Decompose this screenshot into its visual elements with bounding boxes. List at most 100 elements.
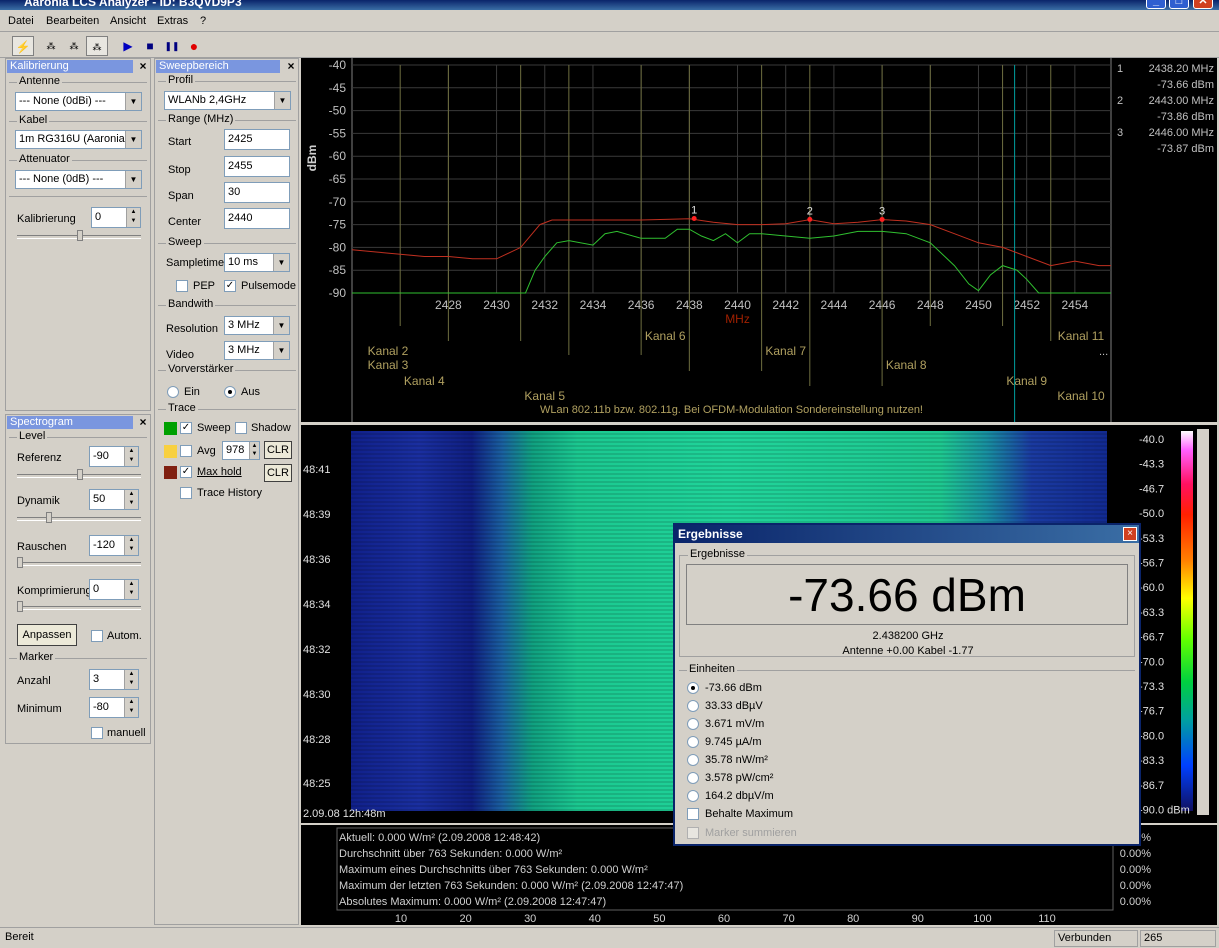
marker-point [807, 216, 813, 222]
unit-radio-mvm[interactable] [687, 718, 699, 730]
pep-label: PEP [193, 280, 216, 292]
chevron-down-icon: ▼ [125, 93, 141, 110]
trace-history-checkbox[interactable] [180, 487, 192, 499]
profil-select[interactable]: WLANb 2,4GHz ▼ [164, 91, 291, 110]
resolution-select[interactable]: 3 MHz ▼ [224, 316, 290, 335]
avg-spinner[interactable]: 978 ▲ ▼ [222, 441, 260, 460]
shadow-checkbox[interactable] [235, 422, 247, 434]
unit-radio-nwm2[interactable] [687, 754, 699, 766]
spin-arrows-icon[interactable]: ▲ ▼ [249, 442, 259, 459]
unit-radio-pwcm2[interactable] [687, 772, 699, 784]
window-title: Aaronia LCS Analyzer - ID: B3QVD9P3 [24, 0, 242, 9]
dynamik-spinner[interactable]: 50 ▲ ▼ [89, 489, 139, 510]
referenz-slider[interactable] [17, 469, 141, 480]
channel-label: Kanal 4 [404, 374, 445, 388]
menu-bearbeiten[interactable]: Bearbeiten [46, 15, 99, 27]
avg-clear-button[interactable]: CLR [264, 441, 292, 459]
sweepbereich-close-icon[interactable]: × [285, 59, 297, 73]
spectrogram-close-icon[interactable]: × [137, 415, 149, 429]
spin-arrows-icon[interactable]: ▲ ▼ [124, 580, 138, 599]
start-input[interactable]: 2425 [224, 129, 290, 150]
referenz-spinner[interactable]: -90 ▲ ▼ [89, 446, 139, 467]
manuell-label: manuell [107, 727, 146, 739]
marker-readout-frequency: 2438.20 MHz [1149, 63, 1214, 75]
menu-extras[interactable]: Extras [157, 15, 188, 27]
autom-checkbox[interactable] [91, 630, 103, 642]
markers-alt-icon[interactable]: ⁂ [63, 36, 85, 56]
pep-checkbox[interactable] [176, 280, 188, 292]
spectrum-chart[interactable]: -40 -45 -50 -55 -60 -65 -70 -75 -80 -85 -90 2428 243… [301, 58, 1217, 422]
maxhold-clear-button[interactable]: CLR [264, 464, 292, 482]
slider-thumb[interactable] [77, 230, 83, 241]
minimize-button[interactable]: _ [1146, 0, 1166, 9]
rauschen-spinner[interactable]: -120 ▲ ▼ [89, 535, 139, 556]
stop-input[interactable]: 2455 [224, 156, 290, 177]
dynamik-slider[interactable] [17, 512, 141, 523]
close-window-button[interactable]: ✕ [1193, 0, 1213, 9]
scale-label: -83.3 [1139, 755, 1164, 767]
slider-thumb[interactable] [17, 557, 23, 568]
avg-checkbox[interactable] [180, 445, 192, 457]
minimum-spinner[interactable]: -80 ▲ ▼ [89, 697, 139, 718]
kalibrierung-spinner[interactable]: 0 ▲ ▼ [91, 207, 141, 228]
kabel-select[interactable]: 1m RG316U (Aaronia... ▼ [15, 130, 142, 149]
pulsemode-checkbox[interactable]: ✓ [224, 280, 236, 292]
spectrogram-scrollbar[interactable] [1197, 429, 1209, 815]
markers-toggle-icon[interactable]: ⁂ [86, 36, 108, 56]
avg-color-swatch[interactable] [164, 445, 177, 458]
stats-percent: 0.00% [1120, 896, 1151, 908]
anzahl-label: Anzahl [17, 675, 51, 687]
center-input[interactable]: 2440 [224, 208, 290, 229]
results-close-icon[interactable]: × [1123, 527, 1137, 541]
spin-arrows-icon[interactable]: ▲ ▼ [124, 698, 138, 717]
anpassen-button[interactable]: Anpassen [17, 624, 77, 646]
slider-thumb[interactable] [17, 601, 23, 612]
sweep-trace-checkbox[interactable]: ✓ [180, 422, 192, 434]
komprimierung-slider[interactable] [17, 601, 141, 612]
aus-radio[interactable] [224, 386, 236, 398]
x-axis-label: MHz [725, 312, 750, 326]
spin-arrows-icon[interactable]: ▲ ▼ [126, 208, 140, 227]
anzahl-spinner[interactable]: 3 ▲ ▼ [89, 669, 139, 690]
kalibrierung-close-icon[interactable]: × [137, 59, 149, 73]
pause-icon[interactable]: ❚❚ [161, 36, 183, 56]
slider-thumb[interactable] [77, 469, 83, 480]
maximize-button[interactable]: □ [1169, 0, 1189, 9]
stop-icon[interactable]: ■ [139, 36, 161, 56]
ein-radio[interactable] [167, 386, 179, 398]
menu-ansicht[interactable]: Ansicht [110, 15, 146, 27]
play-icon[interactable]: ▶ [117, 36, 139, 56]
marker-group: Marker Anzahl 3 ▲ ▼ Minimum -80 ▲ ▼ manuell [9, 651, 147, 740]
spin-arrows-icon[interactable]: ▲ ▼ [124, 670, 138, 689]
manuell-checkbox[interactable] [91, 727, 103, 739]
menu-datei[interactable]: Datei [8, 15, 34, 27]
video-select[interactable]: 3 MHz ▼ [224, 341, 290, 360]
slider-thumb[interactable] [46, 512, 52, 523]
unit-radio-dbuvm[interactable] [687, 790, 699, 802]
avg-label: Avg [197, 445, 216, 457]
behalte-maximum-checkbox[interactable] [687, 808, 699, 820]
status-bar: Bereit Verbunden 265 [0, 927, 1219, 948]
record-icon[interactable]: ● [183, 36, 205, 56]
maxhold-checkbox[interactable]: ✓ [180, 466, 192, 478]
sampletime-select[interactable]: 10 ms ▼ [224, 253, 290, 272]
kalibrierung-slider[interactable] [17, 230, 141, 241]
results-dialog[interactable]: Ergebnisse × Ergebnisse -73.66 dBm 2.438… [673, 523, 1141, 846]
spin-arrows-icon[interactable]: ▲ ▼ [124, 536, 138, 555]
sweep-color-swatch[interactable] [164, 422, 177, 435]
unit-radio-dbm[interactable] [687, 682, 699, 694]
unit-radio-uam[interactable] [687, 736, 699, 748]
unit-radio-dbuv[interactable] [687, 700, 699, 712]
rauschen-slider[interactable] [17, 557, 141, 568]
attenuator-select[interactable]: --- None (0dB) --- ▼ [15, 170, 142, 189]
spin-arrows-icon[interactable]: ▲ ▼ [124, 447, 138, 466]
menu-help[interactable]: ? [200, 15, 206, 27]
spin-arrows-icon[interactable]: ▲ ▼ [124, 490, 138, 509]
lightning-icon[interactable]: ⚡ [12, 36, 34, 56]
markers-icon[interactable]: ⁂ [40, 36, 62, 56]
scale-label: -56.7 [1139, 558, 1164, 570]
span-input[interactable]: 30 [224, 182, 290, 203]
maxhold-color-swatch[interactable] [164, 466, 177, 479]
antenne-select[interactable]: --- None (0dBi) --- ▼ [15, 92, 142, 111]
komprimierung-spinner[interactable]: 0 ▲ ▼ [89, 579, 139, 600]
